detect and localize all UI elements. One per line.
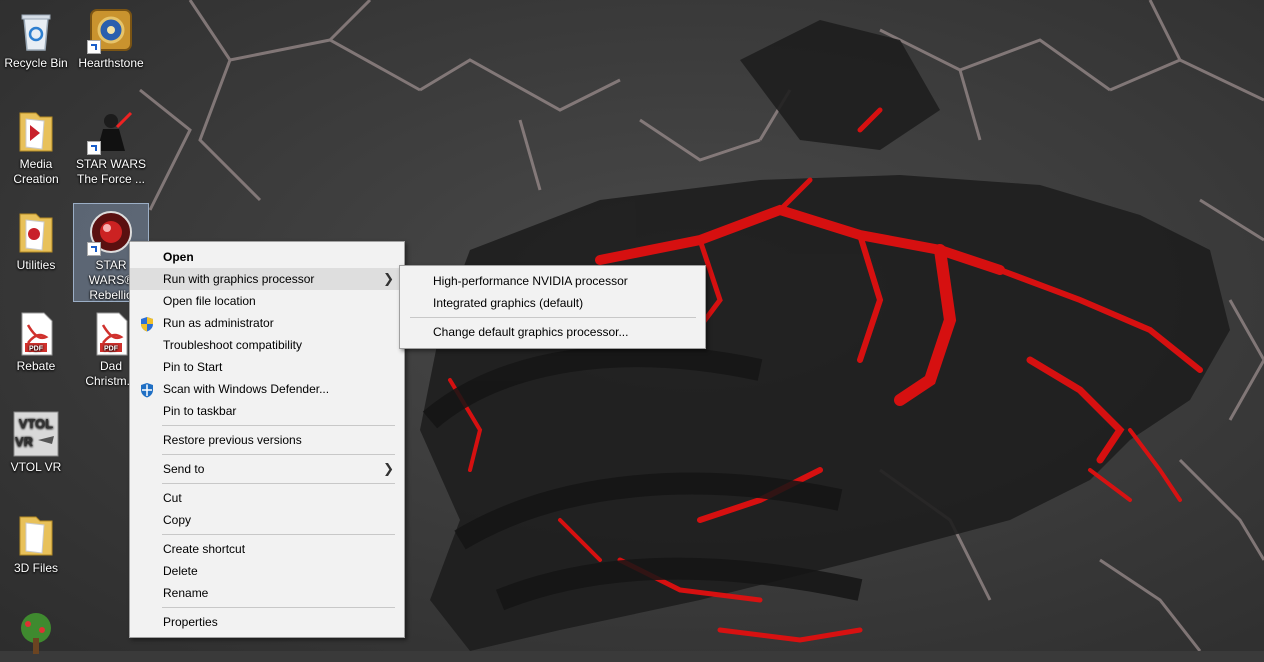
menu-item-label: Create shortcut bbox=[163, 542, 246, 556]
menu-item-label: Pin to Start bbox=[163, 360, 223, 374]
menu-item-cut[interactable]: Cut bbox=[130, 487, 404, 509]
menu-item-label: Open file location bbox=[163, 294, 256, 308]
folder-icon bbox=[12, 107, 60, 155]
menu-item-delete[interactable]: Delete bbox=[130, 560, 404, 582]
menu-item-label: Copy bbox=[163, 513, 192, 527]
desktop-icon-tree-app[interactable] bbox=[0, 606, 72, 660]
desktop-icon-3d-files[interactable]: 3D Files bbox=[0, 507, 72, 576]
desktop-icon-label: 3D Files bbox=[13, 561, 58, 575]
desktop-icon-label: Utilities bbox=[16, 258, 56, 272]
menu-item-label: Pin to taskbar bbox=[163, 404, 237, 418]
desktop-icon-label: VTOL VR bbox=[10, 460, 62, 474]
desktop[interactable]: Recycle Bin Hearthstone Media Creation S… bbox=[0, 0, 1264, 654]
menu-separator bbox=[410, 317, 696, 318]
menu-item-label: Run with graphics processor bbox=[163, 272, 315, 286]
windows-defender-icon bbox=[139, 382, 155, 398]
menu-item-label: Scan with Windows Defender... bbox=[163, 382, 330, 396]
menu-item-copy[interactable]: Copy bbox=[130, 509, 404, 531]
menu-item-properties[interactable]: Properties bbox=[130, 611, 404, 633]
desktop-icon-utilities[interactable]: Utilities bbox=[0, 204, 72, 273]
desktop-icon-label: Rebate bbox=[16, 359, 56, 373]
folder-icon bbox=[12, 208, 60, 256]
recycle-bin-icon bbox=[12, 6, 60, 54]
desktop-icon-media-creation[interactable]: Media Creation bbox=[0, 103, 72, 187]
menu-separator bbox=[162, 425, 395, 426]
menu-item-run-as-administrator[interactable]: Run as administrator bbox=[130, 312, 404, 334]
menu-item-label: Integrated graphics (default) bbox=[433, 296, 584, 310]
shortcut-arrow-icon bbox=[87, 242, 101, 256]
submenu-item-high-performance-nvidia[interactable]: High-performance NVIDIA processor bbox=[400, 270, 705, 292]
menu-item-run-with-graphics-processor[interactable]: Run with graphics processor ❯ bbox=[130, 268, 404, 290]
desktop-icon-label: Hearthstone bbox=[78, 56, 144, 70]
menu-separator bbox=[162, 454, 395, 455]
menu-item-troubleshoot-compatibility[interactable]: Troubleshoot compatibility bbox=[130, 334, 404, 356]
menu-separator bbox=[162, 483, 395, 484]
context-menu: Open Run with graphics processor ❯ Open … bbox=[129, 241, 405, 638]
menu-item-label: Open bbox=[163, 250, 194, 264]
desktop-icon-vtol-vr[interactable]: VTOL VR VTOL VR bbox=[0, 406, 72, 475]
svg-text:PDF: PDF bbox=[104, 346, 119, 353]
menu-item-label: Change default graphics processor... bbox=[433, 325, 629, 339]
menu-item-label: High-performance NVIDIA processor bbox=[433, 274, 628, 288]
desktop-icon-label: Recycle Bin bbox=[4, 56, 68, 70]
menu-item-open-file-location[interactable]: Open file location bbox=[130, 290, 404, 312]
folder-icon bbox=[12, 511, 60, 559]
menu-item-label: Restore previous versions bbox=[163, 433, 302, 447]
desktop-icon-star-wars-force[interactable]: STAR WARS The Force ... bbox=[75, 103, 147, 187]
menu-item-open[interactable]: Open bbox=[130, 246, 404, 268]
chevron-right-icon: ❯ bbox=[383, 271, 394, 286]
menu-item-label: Rename bbox=[163, 586, 209, 600]
svg-text:PDF: PDF bbox=[29, 346, 44, 353]
menu-item-rename[interactable]: Rename bbox=[130, 582, 404, 604]
menu-separator bbox=[162, 534, 395, 535]
pdf-icon: PDF bbox=[87, 309, 135, 357]
menu-item-restore-previous-versions[interactable]: Restore previous versions bbox=[130, 429, 404, 451]
vtol-vr-icon: VTOL VR bbox=[12, 410, 60, 458]
chevron-right-icon: ❯ bbox=[383, 461, 394, 476]
menu-item-label: Run as administrator bbox=[163, 316, 274, 330]
star-wars-force-icon bbox=[87, 107, 135, 155]
menu-item-send-to[interactable]: Send to ❯ bbox=[130, 458, 404, 480]
menu-item-create-shortcut[interactable]: Create shortcut bbox=[130, 538, 404, 560]
menu-item-label: Properties bbox=[163, 615, 218, 629]
menu-item-pin-to-taskbar[interactable]: Pin to taskbar bbox=[130, 400, 404, 422]
menu-item-label: Delete bbox=[163, 564, 198, 578]
star-wars-rebellion-icon bbox=[87, 208, 135, 256]
svg-text:VTOL: VTOL bbox=[19, 416, 53, 431]
desktop-icon-hearthstone[interactable]: Hearthstone bbox=[75, 2, 147, 71]
pdf-icon: PDF bbox=[12, 309, 60, 357]
menu-item-scan-with-windows-defender[interactable]: Scan with Windows Defender... bbox=[130, 378, 404, 400]
menu-item-label: Troubleshoot compatibility bbox=[163, 338, 302, 352]
menu-item-label: Cut bbox=[163, 491, 182, 505]
hearthstone-icon bbox=[87, 6, 135, 54]
graphics-processor-submenu: High-performance NVIDIA processor Integr… bbox=[399, 265, 706, 349]
shortcut-arrow-icon bbox=[87, 40, 101, 54]
menu-separator bbox=[162, 607, 395, 608]
submenu-item-integrated-graphics[interactable]: Integrated graphics (default) bbox=[400, 292, 705, 314]
menu-item-label: Send to bbox=[163, 462, 205, 476]
svg-text:VR: VR bbox=[15, 434, 34, 449]
desktop-icon-label: Media Creation bbox=[13, 157, 59, 186]
desktop-icon-recycle-bin[interactable]: Recycle Bin bbox=[0, 2, 72, 71]
uac-shield-icon bbox=[139, 316, 155, 332]
menu-item-pin-to-start[interactable]: Pin to Start bbox=[130, 356, 404, 378]
shortcut-arrow-icon bbox=[87, 141, 101, 155]
desktop-icon-label: STAR WARS The Force ... bbox=[75, 157, 146, 186]
desktop-icon-rebate[interactable]: PDF Rebate bbox=[0, 305, 72, 374]
submenu-item-change-default-graphics-processor[interactable]: Change default graphics processor... bbox=[400, 321, 705, 343]
